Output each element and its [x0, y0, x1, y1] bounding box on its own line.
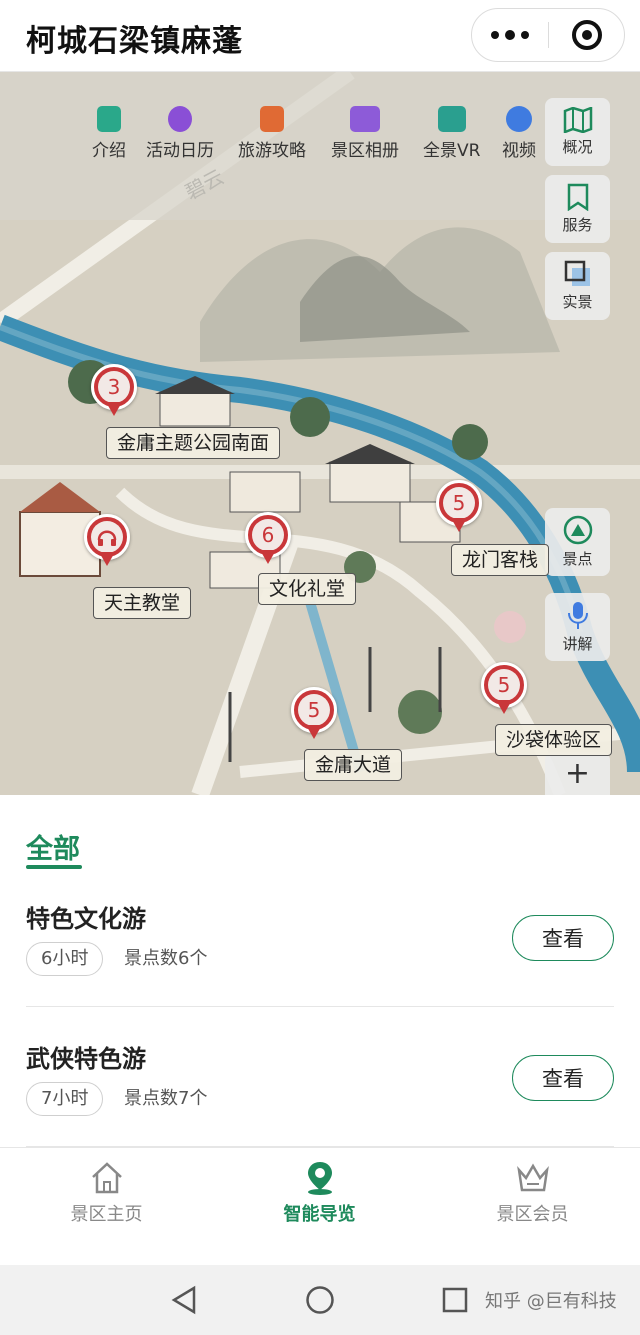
tab-member-label: 景区会员 — [496, 1204, 569, 1225]
system-nav-bar: 知乎 @巨有科技 — [0, 1265, 640, 1335]
spot-label-sandbag[interactable]: 沙袋体验区 — [495, 724, 613, 756]
app-header: 柯城石梁镇麻蓬 — [0, 0, 640, 72]
duration-badge: 7小时 — [26, 1082, 104, 1116]
menu-vr[interactable]: 全景VR — [423, 106, 480, 166]
map-pin-avenue[interactable]: 5 — [291, 687, 337, 741]
tab-smart-guide[interactable]: 智能导览 — [213, 1148, 426, 1266]
spot-label-church[interactable]: 天主教堂 — [93, 587, 192, 619]
tab-home[interactable]: 景区主页 — [0, 1148, 213, 1266]
guide-book-icon — [260, 106, 284, 132]
route-title: 特色文化游 — [26, 905, 146, 933]
crown-member-icon — [516, 1163, 549, 1192]
spot-label-hall[interactable]: 文化礼堂 — [258, 573, 357, 605]
map-pin-park[interactable]: 3 — [91, 364, 137, 418]
page-title: 柯城石梁镇麻蓬 — [26, 24, 243, 59]
menu-intro-label: 介绍 — [92, 141, 126, 161]
route-divider — [26, 1006, 614, 1007]
photo-album-icon — [350, 106, 380, 132]
side-button-realview[interactable]: 实景 — [545, 252, 610, 320]
mini-program-capsule — [471, 8, 625, 62]
zoom-in-label: + — [564, 755, 591, 791]
location-pin-icon — [307, 1162, 332, 1195]
menu-video-label: 视频 — [502, 141, 536, 161]
tab-smart-guide-label: 智能导览 — [283, 1204, 356, 1225]
target-circle-icon[interactable] — [549, 9, 625, 61]
side-button-overview-label: 概况 — [562, 138, 593, 156]
intro-icon — [97, 106, 121, 132]
home-icon — [91, 1162, 122, 1194]
duration-badge: 6小时 — [26, 942, 104, 976]
tab-all[interactable]: 全部 — [26, 827, 80, 866]
bottom-tab-bar: 景区主页 智能导览 景区会员 — [0, 1147, 640, 1265]
more-dots-icon[interactable] — [472, 9, 548, 61]
zoom-in-button[interactable]: + — [545, 752, 610, 795]
home-circle-icon[interactable] — [302, 1282, 338, 1318]
pin-count: 5 — [443, 487, 475, 519]
menu-video[interactable]: 视频 — [502, 106, 536, 166]
map-pin-church[interactable] — [84, 514, 130, 568]
route-title: 武侠特色游 — [26, 1045, 146, 1073]
spot-count: 景点数6个 — [124, 948, 208, 969]
pin-count: 5 — [488, 669, 520, 701]
menu-guide-label: 旅游攻略 — [238, 141, 306, 161]
spot-label-park[interactable]: 金庸主题公园南面 — [106, 427, 281, 459]
tab-home-label: 景区主页 — [70, 1204, 143, 1225]
tab-all-indicator — [26, 865, 82, 869]
view-route-button[interactable]: 查看 — [512, 915, 614, 961]
pin-count: 5 — [298, 694, 330, 726]
menu-intro[interactable]: 介绍 — [92, 106, 126, 166]
menu-vr-label: 全景VR — [423, 141, 481, 161]
watermark-text: 知乎 @巨有科技 — [485, 1291, 617, 1312]
tab-member[interactable]: 景区会员 — [426, 1148, 639, 1266]
panorama-vr-icon — [437, 106, 466, 132]
map-fold-icon — [563, 107, 592, 133]
spot-label-avenue[interactable]: 金庸大道 — [304, 749, 403, 781]
microphone-icon — [567, 602, 588, 629]
video-play-icon — [506, 106, 532, 132]
spot-label-inn[interactable]: 龙门客栈 — [451, 544, 550, 576]
back-icon[interactable] — [166, 1282, 202, 1318]
menu-album-label: 景区相册 — [331, 141, 399, 161]
menu-calendar[interactable]: 活动日历 — [146, 106, 214, 166]
map-pin-inn[interactable]: 5 — [436, 480, 482, 534]
bookmark-icon — [567, 183, 588, 211]
side-button-service[interactable]: 服务 — [545, 175, 610, 243]
side-button-service-label: 服务 — [562, 216, 593, 234]
view-route-button[interactable]: 查看 — [512, 1055, 614, 1101]
spot-marker-icon — [563, 515, 592, 545]
menu-album[interactable]: 景区相册 — [331, 106, 399, 166]
map-pin-hall[interactable]: 6 — [245, 512, 291, 566]
menu-calendar-label: 活动日历 — [146, 141, 214, 161]
side-button-overview[interactable]: 概况 — [545, 98, 610, 166]
menu-guide[interactable]: 旅游攻略 — [238, 106, 306, 166]
pin-count: 3 — [98, 371, 130, 403]
pin-count: 6 — [252, 519, 284, 551]
side-button-narration[interactable]: 讲解 — [545, 593, 610, 661]
calendar-balloon-icon — [168, 106, 192, 132]
layers-icon — [564, 260, 590, 286]
side-button-narration-label: 讲解 — [562, 635, 593, 653]
headphones-icon — [97, 530, 117, 546]
map-pin-sandbag[interactable]: 5 — [481, 662, 527, 716]
side-button-realview-label: 实景 — [562, 293, 593, 311]
side-button-spots[interactable]: 景点 — [545, 508, 610, 576]
side-button-spots-label: 景点 — [562, 550, 593, 568]
spot-count: 景点数7个 — [124, 1088, 208, 1109]
recents-square-icon[interactable] — [437, 1282, 473, 1318]
guide-map[interactable]: 碧云 介绍 活动日历 旅游攻略 景区相册 全景VR 视频 概况 服 — [0, 72, 640, 795]
route-list-panel: 全部 特色文化游 6小时 景点数6个 查看 武侠特色游 7小时 景点数7个 查看 — [0, 795, 640, 1147]
